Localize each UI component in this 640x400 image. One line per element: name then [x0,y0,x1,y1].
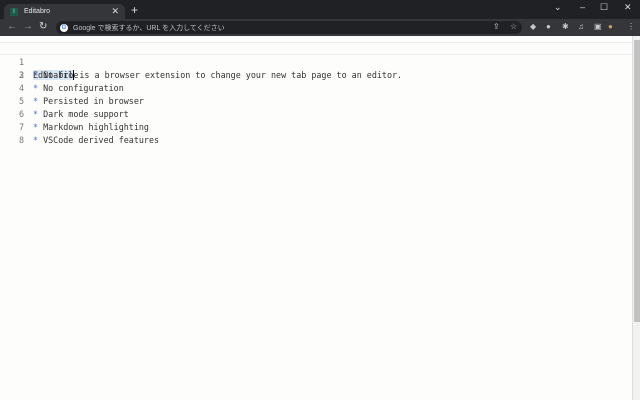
toolbar: ← → ↻ G Google で検索するか、URL を入力してください ⇪ ☆ … [0,19,640,36]
window-close-icon[interactable]: ✕ [624,2,632,13]
back-icon[interactable]: ← [7,21,17,32]
editor-line[interactable]: 2 [0,56,632,80]
line-number: 7 [18,122,24,132]
extension-diamond-icon[interactable]: ◆ [530,22,536,31]
new-tab-button[interactable]: + [131,3,138,17]
bookmark-star-icon[interactable]: ☆ [510,22,517,31]
editor-line[interactable]: 3 * No file [0,69,632,82]
line-number: 6 [18,109,24,119]
tab-title: Editabro [24,8,51,15]
tab-strip: I Editabro ✕ + ⌄ – ☐ ✕ [0,0,640,19]
editor[interactable]: 1 Editabro is a browser extension to cha… [0,36,632,400]
editor-line[interactable]: 4 * No configuration [0,82,632,95]
menu-kebab-icon[interactable]: ⋮ [627,22,635,31]
editabro-favicon-icon: I [10,7,18,16]
share-icon[interactable]: ⇪ [493,22,500,31]
omnibox-placeholder: Google で検索するか、URL を入力してください [73,24,225,32]
vertical-scrollbar[interactable] [632,36,640,400]
editor-line[interactable]: 8 * VSCode derived features [0,134,632,147]
line-number: 4 [18,83,24,93]
omnibox[interactable]: G Google で検索するか、URL を入力してください [56,21,522,34]
line-text: No file [38,70,79,80]
editor-line[interactable]: 5 * Persisted in browser [0,95,632,108]
editor-line[interactable]: 7 * Markdown highlighting [0,121,632,134]
extensions-puzzle-icon[interactable]: ✱ [562,22,569,31]
tab-search-icon[interactable]: ⌄ [554,2,562,13]
forward-icon[interactable]: → [23,21,33,32]
line-number: 8 [18,135,24,145]
tab-close-icon[interactable]: ✕ [111,6,119,17]
line-text: Markdown highlighting [38,122,149,132]
editor-line[interactable]: 6 * Dark mode support [0,108,632,121]
profile-avatar[interactable]: ● [608,22,613,31]
reload-icon[interactable]: ↻ [39,21,47,32]
github-extension-icon[interactable]: ● [546,22,551,31]
editor-line[interactable]: 1 Editabro is a browser extension to cha… [0,42,632,80]
side-panel-icon[interactable]: ▣ [594,22,602,31]
media-control-icon[interactable]: ♫ [578,22,584,31]
maximize-icon[interactable]: ☐ [600,2,608,13]
line-text: No configuration [38,83,124,93]
google-icon: G [60,23,68,32]
scrollbar-thumb[interactable] [634,40,640,322]
line-number: 5 [18,96,24,106]
line-number: 3 [18,70,24,80]
line-text: Dark mode support [38,109,129,119]
tab-editabro[interactable]: I Editabro ✕ [4,4,125,19]
minimize-icon[interactable]: – [580,2,585,12]
line-text: Persisted in browser [38,96,144,106]
line-text: VSCode derived features [38,135,160,145]
